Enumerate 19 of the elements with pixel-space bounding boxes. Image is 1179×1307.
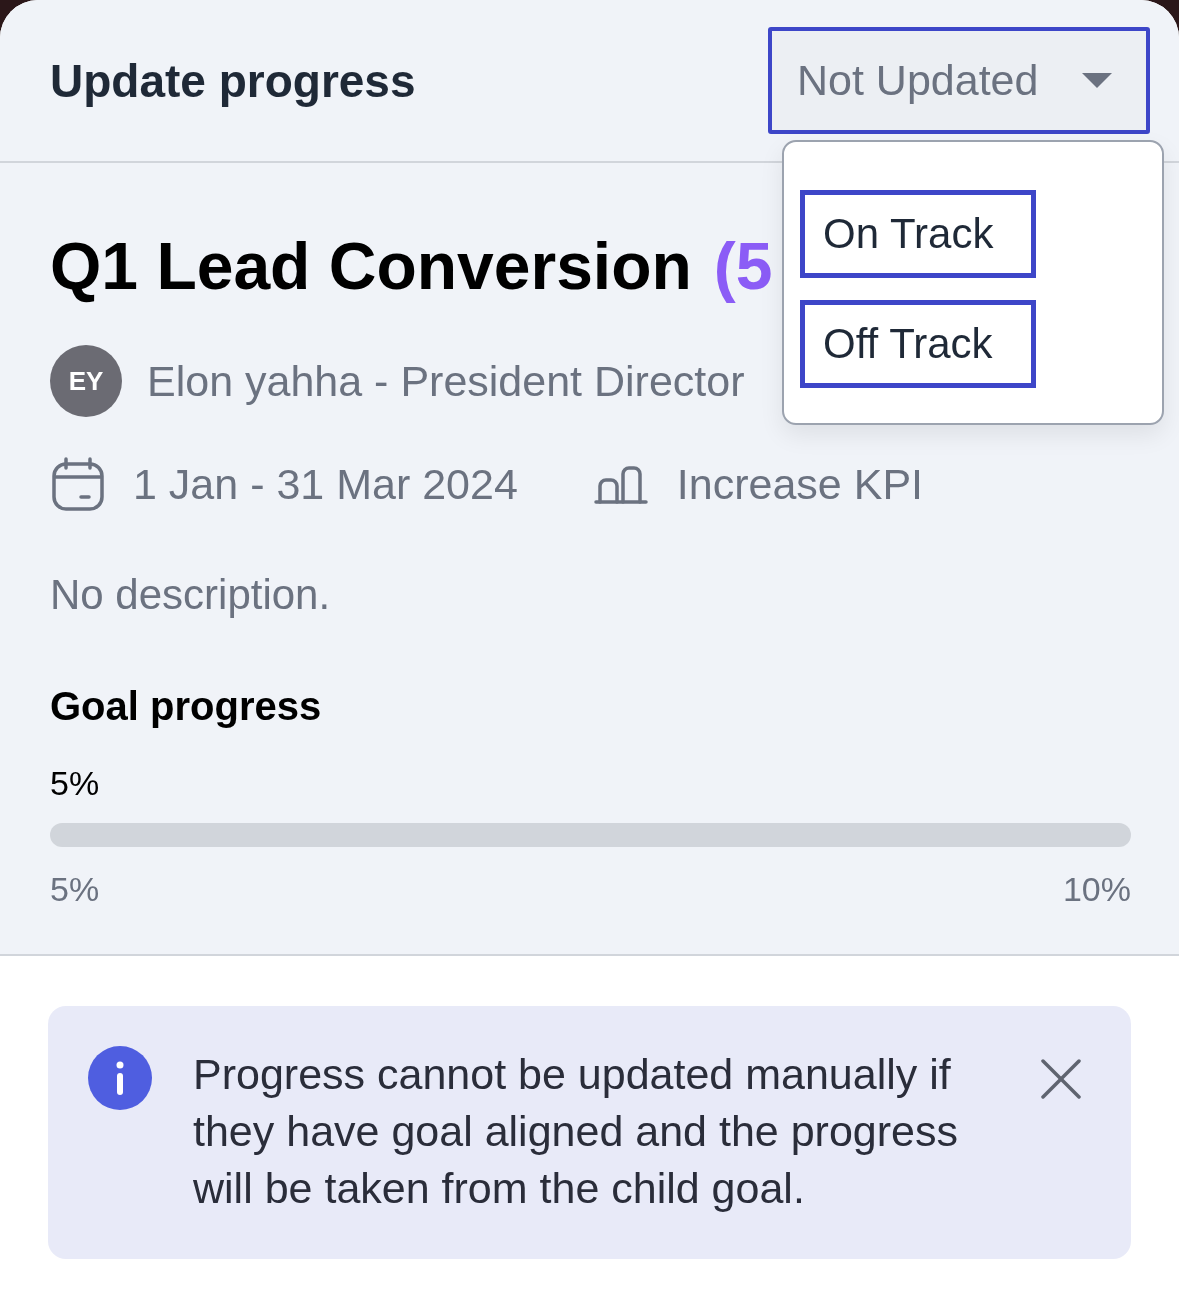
progress-min-label: 5%: [50, 872, 100, 906]
notice-text: Progress cannot be updated manually if they have goal aligned and the progress will be taken from the child goal.: [193, 1049, 959, 1214]
caret-icon: [1082, 73, 1112, 88]
status-option[interactable]: Off Track: [800, 300, 1036, 388]
avatar: EY: [50, 345, 122, 417]
progress-max-label: 10%: [1062, 872, 1131, 906]
close-icon[interactable]: [1041, 1059, 1081, 1099]
progress-value: 5%: [50, 766, 100, 800]
status-dropdown[interactable]: Not Updated: [768, 27, 1150, 134]
info-icon: [88, 1046, 152, 1110]
goal-description: No description.: [50, 574, 331, 616]
owner-name: Elon yahha - President Director: [147, 359, 745, 403]
goal-period: 1 Jan - 31 Mar 2024: [133, 462, 518, 506]
bar-chart-icon: [593, 466, 648, 504]
goal-kpi: Increase KPI: [676, 462, 924, 506]
status-value: Not Updated: [797, 59, 1039, 102]
status-option[interactable]: On Track: [800, 190, 1036, 278]
calendar-icon: [52, 457, 104, 511]
progress-heading: Goal progress: [50, 686, 322, 726]
